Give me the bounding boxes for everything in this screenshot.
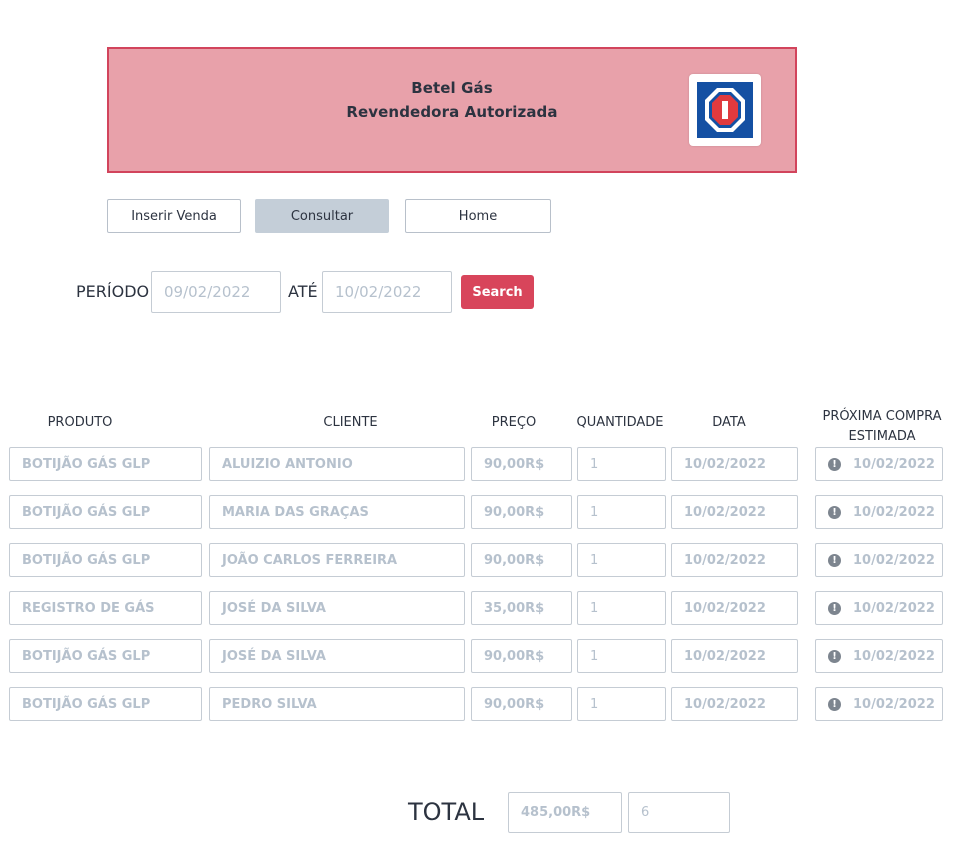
quantidade-field[interactable]: 1 — [577, 591, 666, 625]
quantidade-field[interactable]: 1 — [577, 495, 666, 529]
header-data: DATA — [712, 415, 746, 430]
cliente-field[interactable]: JOSÉ DA SILVA — [209, 591, 465, 625]
cliente-field[interactable]: JOÃO CARLOS FERREIRA — [209, 543, 465, 577]
gas-logo-icon — [689, 74, 761, 146]
produto-field[interactable]: BOTIJÃO GÁS GLP — [9, 495, 202, 529]
until-label: ATÉ — [288, 282, 318, 301]
produto-field[interactable]: BOTIJÃO GÁS GLP — [9, 447, 202, 481]
proxima-compra-value: 10/02/2022 — [853, 648, 935, 664]
data-field[interactable]: 10/02/2022 — [671, 639, 798, 673]
header-preco: PREÇO — [491, 415, 537, 430]
produto-field[interactable]: BOTIJÃO GÁS GLP — [9, 687, 202, 721]
total-label: TOTAL — [408, 798, 485, 826]
header-produto: PRODUTO — [47, 415, 113, 430]
period-label: PERÍODO — [76, 282, 150, 301]
produto-field[interactable]: BOTIJÃO GÁS GLP — [9, 543, 202, 577]
insert-sale-button[interactable]: Inserir Venda — [107, 199, 241, 233]
alert-icon: ! — [828, 457, 841, 471]
cliente-field[interactable]: PEDRO SILVA — [209, 687, 465, 721]
produto-field[interactable]: REGISTRO DE GÁS — [9, 591, 202, 625]
data-field[interactable]: 10/02/2022 — [671, 495, 798, 529]
preco-field[interactable]: 90,00R$ — [471, 687, 572, 721]
data-field[interactable]: 10/02/2022 — [671, 687, 798, 721]
cliente-field[interactable]: ALUIZIO ANTONIO — [209, 447, 465, 481]
header-quantidade: QUANTIDADE — [576, 415, 664, 430]
total-amount-field[interactable]: 485,00R$ — [508, 792, 622, 833]
proxima-compra-value: 10/02/2022 — [853, 456, 935, 472]
start-date-input[interactable]: 09/02/2022 — [151, 271, 281, 313]
quantidade-field[interactable]: 1 — [577, 639, 666, 673]
cliente-field[interactable]: MARIA DAS GRAÇAS — [209, 495, 465, 529]
preco-field[interactable]: 90,00R$ — [471, 639, 572, 673]
proxima-compra-field[interactable]: ! 10/02/2022 — [815, 687, 943, 721]
header-banner: Betel Gás Revendedora Autorizada — [107, 47, 797, 173]
total-count-field[interactable]: 6 — [628, 792, 730, 833]
preco-field[interactable]: 35,00R$ — [471, 591, 572, 625]
consult-button[interactable]: Consultar — [255, 199, 389, 233]
proxima-compra-field[interactable]: ! 10/02/2022 — [815, 447, 943, 481]
data-field[interactable]: 10/02/2022 — [671, 447, 798, 481]
proxima-compra-field[interactable]: ! 10/02/2022 — [815, 543, 943, 577]
quantidade-field[interactable]: 1 — [577, 447, 666, 481]
search-button[interactable]: Search — [461, 275, 534, 309]
data-field[interactable]: 10/02/2022 — [671, 591, 798, 625]
alert-icon: ! — [828, 553, 841, 567]
alert-icon: ! — [828, 649, 841, 663]
header-cliente: CLIENTE — [323, 415, 378, 430]
preco-field[interactable]: 90,00R$ — [471, 447, 572, 481]
alert-icon: ! — [828, 505, 841, 519]
proxima-compra-field[interactable]: ! 10/02/2022 — [815, 639, 943, 673]
home-button[interactable]: Home — [405, 199, 551, 233]
produto-field[interactable]: BOTIJÃO GÁS GLP — [9, 639, 202, 673]
proxima-compra-value: 10/02/2022 — [853, 552, 935, 568]
alert-icon: ! — [828, 601, 841, 615]
quantidade-field[interactable]: 1 — [577, 543, 666, 577]
cliente-field[interactable]: JOSÉ DA SILVA — [209, 639, 465, 673]
header-proxima: PRÓXIMA COMPRA ESTIMADA — [822, 409, 942, 444]
proxima-compra-value: 10/02/2022 — [853, 504, 935, 520]
end-date-input[interactable]: 10/02/2022 — [322, 271, 452, 313]
proxima-compra-field[interactable]: ! 10/02/2022 — [815, 495, 943, 529]
proxima-compra-value: 10/02/2022 — [853, 600, 935, 616]
alert-icon: ! — [828, 697, 841, 711]
proxima-compra-field[interactable]: ! 10/02/2022 — [815, 591, 943, 625]
data-field[interactable]: 10/02/2022 — [671, 543, 798, 577]
preco-field[interactable]: 90,00R$ — [471, 495, 572, 529]
preco-field[interactable]: 90,00R$ — [471, 543, 572, 577]
quantidade-field[interactable]: 1 — [577, 687, 666, 721]
proxima-compra-value: 10/02/2022 — [853, 696, 935, 712]
